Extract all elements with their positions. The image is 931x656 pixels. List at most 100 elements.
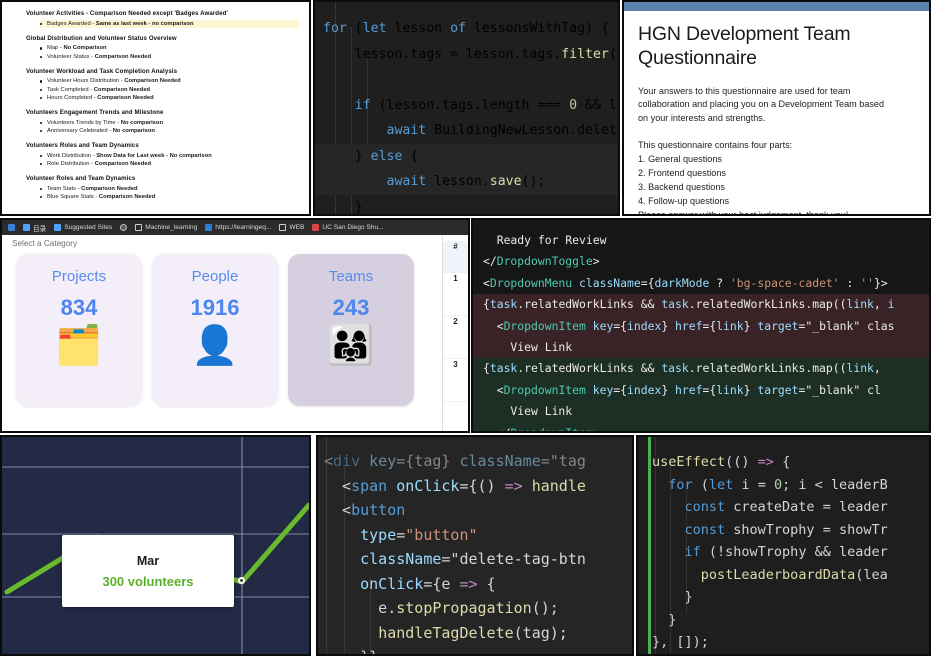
questionnaire-document-panel: HGN Development Team Questionnaire Your …	[622, 0, 931, 216]
code-line[interactable]: const createDate = leader	[638, 496, 929, 519]
folder-icon	[279, 224, 287, 231]
category-card[interactable]: People 1916 👤	[152, 254, 278, 406]
category-card[interactable]: Projects 834 🗂️	[16, 254, 142, 406]
code-line[interactable]: useEffect(() => {	[638, 451, 929, 474]
bookmark-label: UC San Diego Shu...	[322, 224, 384, 231]
category-card[interactable]: Teams 243 👨‍👩‍👧	[288, 254, 414, 406]
code-line[interactable]: }	[315, 195, 618, 215]
code-line[interactable]: for (let i = 0; i < leaderB	[638, 474, 929, 497]
part-item: 3. Backend questions	[638, 182, 725, 193]
code-line[interactable]: <DropdownMenu className={darkMode ? 'bg-…	[473, 273, 929, 294]
code-line[interactable]: } else {	[315, 143, 618, 169]
document-header-bar	[624, 2, 929, 11]
code-line[interactable]: View Link	[473, 336, 929, 359]
note-group-heading: Volunteer Roles and Team Dynamics	[26, 175, 136, 183]
code-lines[interactable]: Ready for Review </DropdownToggle> <Dropdo…	[473, 230, 929, 431]
code-line[interactable]: e.stopPropagation();	[318, 596, 632, 621]
notes-document: Volunteer Activities - Comparison Needed…	[2, 2, 309, 214]
note-bullet-list: Map - No Comparison Volunteer Status - Co…	[26, 44, 299, 60]
note-bullet: Volunteer Hours Distribution - Compariso…	[40, 77, 299, 85]
code-line[interactable]: {task.relatedWorkLinks && task.relatedWo…	[473, 358, 929, 380]
code-line[interactable]: await lesson.save();	[315, 169, 618, 195]
list-icon	[23, 224, 30, 231]
bookmark-item[interactable]: https://learningeq...	[201, 224, 275, 231]
code-line[interactable]: }	[638, 609, 929, 632]
note-bullet: Blue Square Stats - Comparison Needed	[40, 193, 299, 201]
card-icon: 👨‍👩‍👧	[327, 325, 375, 367]
code-line[interactable]: className="delete-tag-btn	[318, 547, 632, 572]
globe-icon	[120, 224, 128, 231]
code-line[interactable]: </DropdownItem>	[473, 422, 929, 431]
line-chart-panel[interactable]: Mar 300 volunteers	[0, 435, 311, 656]
code-line[interactable]: {task.relatedWorkLinks && task.relatedWo…	[473, 294, 929, 316]
card-value: 834	[60, 295, 98, 320]
code-line[interactable]: <button	[318, 498, 632, 523]
note-bullet: Team Stats - Comparison Needed	[40, 185, 299, 193]
code-line[interactable]: Ready for Review	[473, 230, 929, 251]
code-line[interactable]: </DropdownToggle>	[473, 251, 929, 272]
note-group-heading: Volunteers Engagement Trends and Milesto…	[26, 109, 164, 117]
note-bullet: Task Completed - Comparison Needed	[40, 86, 299, 94]
code-line[interactable]: for (let lesson of lessonsWithTag) {	[315, 16, 618, 42]
red-doc-icon	[312, 224, 320, 231]
row-number-cell: 3	[443, 359, 468, 402]
bookmark-label: WEB	[289, 224, 305, 231]
note-bullet-list: Volunteers Trends by Time - No compariso…	[26, 119, 299, 135]
chart-active-point[interactable]	[238, 577, 245, 584]
code-line[interactable]: postLeaderboardData(lea	[638, 564, 929, 587]
code-lines[interactable]: useEffect(() => { for (let i = 0; i < le…	[638, 451, 929, 654]
bookmark-label: Machine_learning	[145, 224, 198, 231]
note-group: Volunteer Roles and Team Dynamics Team St…	[26, 175, 299, 201]
note-bullet-list: Work Distribution - Show Data for Last w…	[26, 152, 299, 168]
card-title: People	[191, 268, 239, 285]
code-line[interactable]: await BuildingNewLesson.delet	[315, 118, 618, 144]
bookmark-icon	[205, 224, 213, 231]
code-line[interactable]: onClick={e => {	[318, 572, 632, 597]
code-line[interactable]: View Link	[473, 401, 929, 423]
code-line[interactable]: <div key={tag} className="tag	[318, 449, 632, 474]
bookmarks-bar[interactable]: 目录 Suggested Sites Machine_learning https:/…	[2, 220, 468, 235]
bookmark-item[interactable]: Machine_learning	[131, 224, 201, 231]
code-editor-useeffect[interactable]: useEffect(() => { for (let i = 0; i < le…	[636, 435, 931, 656]
code-line[interactable]: }	[638, 586, 929, 609]
code-line[interactable]: }, []);	[638, 631, 929, 654]
category-card-list[interactable]: Projects 834 🗂️ People 1916 👤 Teams 243 👨‍👩‍👧	[10, 254, 442, 406]
document-closing: Please answer with your best judgement, …	[638, 210, 849, 216]
code-editor-lesson-loop[interactable]: for (let lesson of lessonsWithTag) { les…	[313, 0, 620, 216]
code-line[interactable]: if (lesson.tags.length === 0 && l	[315, 93, 618, 119]
note-bullet: Map - No Comparison	[40, 44, 299, 52]
code-line[interactable]: <DropdownItem key={index} href={link} ta…	[473, 315, 929, 337]
code-line[interactable]: <span onClick={() => handle	[318, 474, 632, 499]
app-icon	[8, 224, 15, 231]
code-line[interactable]: <DropdownItem key={index} href={link} ta…	[473, 379, 929, 402]
bookmark-item[interactable]: 目录	[19, 223, 50, 233]
row-number-header: #	[443, 241, 468, 273]
row-number-cell: 2	[443, 316, 468, 359]
note-group-heading: Global Distribution and Volunteer Status…	[26, 34, 177, 42]
code-editor-delete-tag-button[interactable]: <div key={tag} className="tag <span onCl…	[316, 435, 634, 656]
note-bullet: Badges Awarded - Same as last week - no …	[40, 19, 299, 28]
code-line[interactable]: if (!showTrophy && leader	[638, 541, 929, 564]
note-group-heading: Volunteer Activities - Comparison Needed…	[26, 10, 228, 17]
code-line[interactable]	[315, 67, 618, 93]
bookmark-item[interactable]: UC San Diego Shu...	[308, 224, 387, 231]
square-icon	[54, 224, 62, 231]
tooltip-value: 300 volunteers	[102, 573, 194, 589]
bookmark-item[interactable]: WEB	[275, 224, 308, 231]
code-lines[interactable]: <div key={tag} className="tag <span onCl…	[318, 449, 632, 654]
code-line[interactable]: }}	[318, 645, 632, 654]
code-editor-dropdown-diff[interactable]: Ready for Review </DropdownToggle> <Dropdo…	[471, 218, 931, 433]
note-group: Volunteers Roles and Team Dynamics Work D…	[26, 142, 299, 168]
bookmark-item[interactable]: Suggested Sites	[50, 224, 116, 231]
code-lines[interactable]: for (let lesson of lessonsWithTag) { les…	[315, 16, 618, 215]
category-caption: Select a Category	[12, 239, 78, 248]
code-line[interactable]: handleTagDelete(tag);	[318, 621, 632, 646]
folder-icon	[135, 224, 143, 231]
row-number-cell: 1	[443, 273, 468, 316]
code-line[interactable]: const showTrophy = showTr	[638, 519, 929, 542]
bookmark-item[interactable]	[4, 224, 19, 231]
bookmark-item[interactable]	[116, 224, 131, 231]
note-group: Volunteer Workload and Task Completion A…	[26, 68, 299, 102]
code-line[interactable]: lesson.tags = lesson.tags.filter(	[315, 42, 618, 68]
code-line[interactable]: type="button"	[318, 523, 632, 548]
